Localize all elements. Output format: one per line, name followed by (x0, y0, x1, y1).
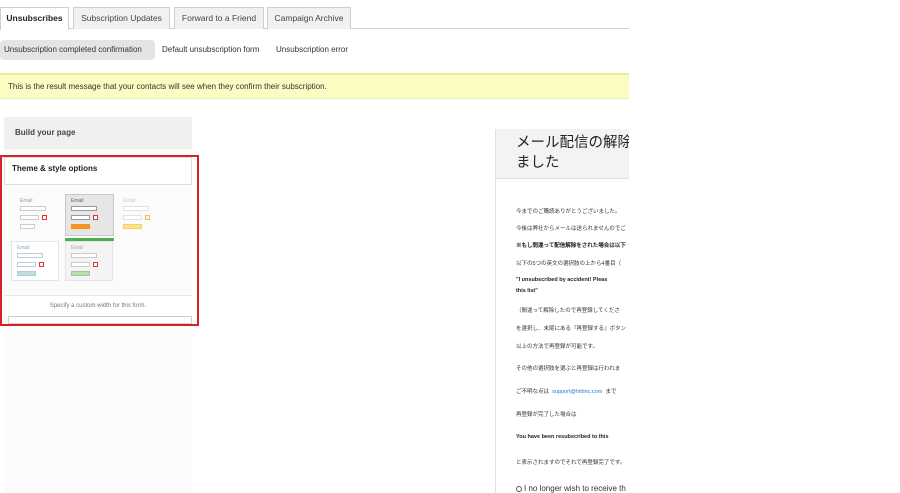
preview-line: と表示されますのでそれで再登録完了です。 (516, 460, 626, 466)
preview-line: 今後は弊社からメールは送られませんのでご (516, 226, 626, 232)
tab-subscription-updates[interactable]: Subscription Updates (73, 7, 170, 29)
theme-thumb-blue[interactable]: Email (11, 241, 59, 281)
theme-thumb-green[interactable]: Email (65, 241, 113, 281)
preview-line: 以下の5つの英文の選択肢の上から4番目（ (516, 261, 622, 267)
preview-line: "I unsubscribed by accident! Pleas (516, 277, 608, 283)
preview-line: その他の選択肢を選ぶと再登録は行われま (516, 366, 621, 372)
unsubscribe-option[interactable]: I no longer wish to receive th (516, 484, 626, 493)
info-banner: This is the result message that your con… (0, 73, 629, 99)
support-suffix: まで (605, 389, 617, 395)
theme-thumb-default[interactable]: Email (15, 195, 63, 235)
thumb-label: Email (71, 198, 84, 204)
preview-line: ※もし間違って配信解除をされた場合は以下 (516, 243, 626, 249)
thumb-label: Email (20, 198, 33, 204)
theme-thumb-yellow[interactable]: Email (118, 195, 166, 235)
subtab-unsubscription-error[interactable]: Unsubscription error (272, 40, 352, 60)
subtab-default-form[interactable]: Default unsubscription form (158, 40, 263, 60)
preview-line: 今までのご購読ありがとうございました。 (516, 209, 621, 215)
theme-style-options-header[interactable]: Theme & style options (4, 157, 192, 185)
preview-header: メール配信の解除 ました (496, 129, 629, 179)
custom-width-input[interactable] (8, 316, 192, 324)
preview-line: を選択し、末尾にある『再登録する』ボタン (516, 326, 627, 332)
thumb-label: Email (17, 245, 30, 251)
tab-campaign-archive[interactable]: Campaign Archive (267, 7, 351, 29)
preview-title: メール配信の解除 ました (516, 133, 629, 173)
preview-line: （間違って解除したので再登録してくださ (516, 308, 620, 314)
preview-pane: メール配信の解除 ました 今までのご購読ありがとうございました。 今後は弊社から… (495, 129, 629, 493)
support-email-link[interactable]: support@hittinc.com (552, 389, 602, 395)
preview-line: You have been resubscribed to this (516, 434, 609, 440)
panel-header[interactable]: Build your page (4, 117, 192, 149)
preview-line: 再登録が完了した場合は (516, 412, 577, 418)
build-panel: Build your page Theme & style options Em… (4, 117, 192, 493)
app: Unsubscribes Subscription Updates Forwar… (0, 0, 900, 493)
preview-support-line: ご不明な点は support@hittinc.com まで (516, 387, 616, 395)
tab-bar: Unsubscribes Subscription Updates Forwar… (0, 0, 629, 30)
support-prefix: ご不明な点は (516, 389, 550, 395)
option-label: I no longer wish to receive th (524, 484, 626, 493)
tab-unsubscribes[interactable]: Unsubscribes (0, 7, 69, 30)
selected-theme-indicator (65, 238, 114, 241)
thumb-label: Email (71, 245, 84, 251)
subtab-completed-confirmation[interactable]: Unsubscription completed confirmation (0, 40, 155, 60)
custom-width-label: Specify a custom width for this form. (4, 295, 192, 317)
preview-line: 以上の方法で再登録が可能です。 (516, 344, 598, 350)
thumb-label: Email (123, 198, 136, 204)
tab-forward-to-a-friend[interactable]: Forward to a Friend (174, 7, 264, 29)
radio-icon[interactable] (516, 485, 522, 492)
preview-title-line-2: ました (516, 155, 560, 171)
theme-thumb-orange-selected[interactable]: Email (65, 194, 114, 236)
main-area: Unsubscribes Subscription Updates Forwar… (0, 0, 629, 493)
preview-line: this list" (516, 288, 538, 294)
preview-title-line-1: メール配信の解除 (516, 135, 629, 151)
